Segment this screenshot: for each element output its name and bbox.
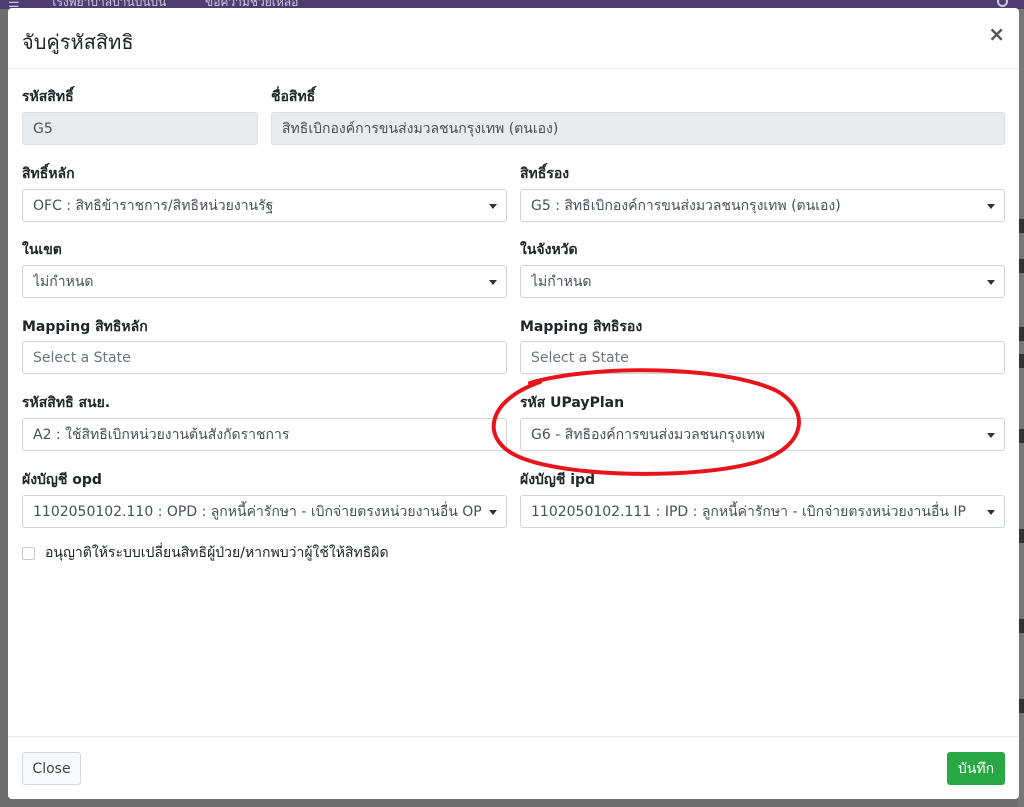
main-right-label: สิทธิ์หลัก [22, 166, 75, 182]
modal-header: จับคู่รหัสสิทธิ × [8, 8, 1019, 69]
mapping-sub-placeholder: Select a State [531, 349, 629, 366]
nhso-code-label: รหัสสิทธิ สนย. [22, 395, 111, 411]
nhso-code-value: A2 : ใช้สิทธิเบิกหน่วยงานต้นสังกัดราชการ [33, 426, 290, 443]
modal-footer: Close บันทึก [8, 736, 1019, 799]
mapping-sub-select[interactable]: Select a State [520, 341, 1005, 374]
dropdown-caret-icon [987, 280, 995, 285]
upayplan-label: รหัส UPayPlan [520, 395, 625, 411]
allow-change-checkbox[interactable] [22, 546, 35, 560]
allow-change-row: อนุญาติให้ระบบเปลี่ยนสิทธิผู้ป่วย/หากพบว… [22, 544, 389, 562]
right-code-label: รหัสสิทธิ์ [22, 89, 74, 105]
in-province-select[interactable]: ไม่กำหนด [520, 265, 1005, 298]
in-province-label: ในจังหวัด [520, 242, 578, 258]
sub-right-value: G5 : สิทธิเบิกองค์การขนส่งมวลชนกรุงเทพ (… [531, 197, 841, 214]
in-zone-value: ไม่กำหนด [33, 273, 94, 290]
right-name-label: ชื่อสิทธิ์ [271, 89, 316, 105]
ipd-account-label: ผังบัญชี ipd [520, 472, 596, 488]
close-icon[interactable]: × [988, 24, 1005, 44]
nhso-code-select[interactable]: A2 : ใช้สิทธิเบิกหน่วยงานต้นสังกัดราชการ [22, 418, 507, 451]
opd-account-value: 1102050102.110 : OPD : ลูกหนี้ค่ารักษา -… [33, 503, 482, 520]
upayplan-value: G6 - สิทธิองค์การขนส่งมวลชนกรุงเทพ [531, 426, 765, 443]
modal-title: จับคู่รหัสสิทธิ [22, 30, 134, 54]
allow-change-label[interactable]: อนุญาติให้ระบบเปลี่ยนสิทธิผู้ป่วย/หากพบว… [45, 542, 389, 564]
right-code-field[interactable]: G5 [22, 112, 258, 145]
in-zone-label: ในเขต [22, 242, 62, 258]
mapping-main-placeholder: Select a State [33, 349, 131, 366]
in-province-value: ไม่กำหนด [531, 273, 592, 290]
dropdown-caret-icon [489, 280, 497, 285]
main-right-select[interactable]: OFC : สิทธิข้าราชการ/สิทธิหน่วยงานรัฐ [22, 189, 507, 222]
right-name-field[interactable]: สิทธิเบิกองค์การขนส่งมวลชนกรุงเทพ (ตนเอง… [271, 112, 1005, 145]
dropdown-caret-icon [489, 510, 497, 515]
dropdown-caret-icon [987, 433, 995, 438]
ipd-account-value: 1102050102.111 : IPD : ลูกหนี้ค่ารักษา -… [531, 503, 966, 520]
dropdown-caret-icon [987, 510, 995, 515]
ipd-account-select[interactable]: 1102050102.111 : IPD : ลูกหนี้ค่ารักษา -… [520, 495, 1005, 528]
search-icon [997, 0, 1008, 7]
dropdown-caret-icon [987, 204, 995, 209]
save-button[interactable]: บันทึก [947, 752, 1005, 785]
map-rights-modal: จับคู่รหัสสิทธิ × รหัสสิทธิ์ G5 ชื่อสิทธ… [8, 8, 1019, 799]
opd-account-select[interactable]: 1102050102.110 : OPD : ลูกหนี้ค่ารักษา -… [22, 495, 507, 528]
close-button[interactable]: Close [22, 752, 81, 785]
mapping-sub-label: Mapping สิทธิรอง [520, 319, 643, 335]
upayplan-select[interactable]: G6 - สิทธิองค์การขนส่งมวลชนกรุงเทพ [520, 418, 1005, 451]
dropdown-caret-icon [489, 204, 497, 209]
main-right-value: OFC : สิทธิข้าราชการ/สิทธิหน่วยงานรัฐ [33, 197, 274, 214]
mapping-main-label: Mapping สิทธิหลัก [22, 319, 148, 335]
sub-right-label: สิทธิ์รอง [520, 166, 570, 182]
mapping-main-select[interactable]: Select a State [22, 341, 507, 374]
right-name-value: สิทธิเบิกองค์การขนส่งมวลชนกรุงเทพ (ตนเอง… [282, 120, 559, 137]
in-zone-select[interactable]: ไม่กำหนด [22, 265, 507, 298]
opd-account-label: ผังบัญชี opd [22, 472, 102, 488]
right-code-value: G5 [33, 120, 53, 137]
sub-right-select[interactable]: G5 : สิทธิเบิกองค์การขนส่งมวลชนกรุงเทพ (… [520, 189, 1005, 222]
